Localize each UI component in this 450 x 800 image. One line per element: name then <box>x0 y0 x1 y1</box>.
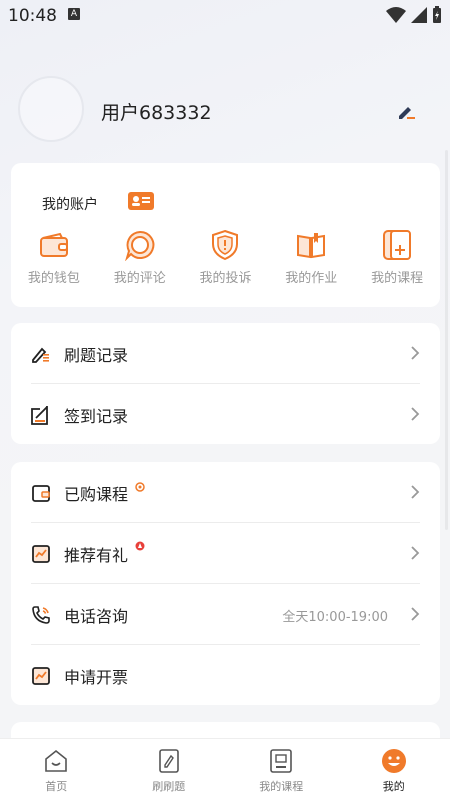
row-request-invoice[interactable]: 申请开票 <box>11 645 440 705</box>
row-purchased-courses[interactable]: 已购课程 <box>11 462 440 522</box>
edit-profile-icon[interactable] <box>394 100 418 124</box>
bottom-tab-bar: 首页 刷刷题 我的课程 我的 <box>0 738 450 800</box>
username: 用户683332 <box>101 98 212 125</box>
wifi-icon <box>386 6 406 24</box>
new-badge-icon <box>135 482 145 492</box>
tab-label: 我的 <box>338 778 450 794</box>
account-item-label: 我的投诉 <box>183 267 269 286</box>
pen-icon <box>31 344 51 364</box>
gift-icon <box>31 544 51 564</box>
row-label: 申请开票 <box>64 664 128 688</box>
tab-practice[interactable]: 刷刷题 <box>113 739 226 800</box>
row-referral-rewards[interactable]: 推荐有礼 <box>11 523 440 583</box>
account-item-complaints[interactable]: 我的投诉 <box>183 229 269 286</box>
tab-home[interactable]: 首页 <box>0 739 113 800</box>
account-item-comments[interactable]: 我的评论 <box>97 229 183 286</box>
profile-header: 用户683332 <box>0 70 450 150</box>
book-icon <box>295 229 327 261</box>
tab-label: 刷刷题 <box>113 778 226 794</box>
account-item-courses[interactable]: 我的课程 <box>354 229 440 286</box>
phone-icon <box>31 605 51 625</box>
records-card: 刷题记录 签到记录 <box>11 323 440 444</box>
account-item-label: 我的钱包 <box>11 267 97 286</box>
account-shortcuts: 我的钱包 我的评论 我的投诉 我的作业 <box>11 229 440 286</box>
account-item-homework[interactable]: 我的作业 <box>268 229 354 286</box>
chevron-right-icon <box>410 607 420 621</box>
row-label: 推荐有礼 <box>64 542 128 566</box>
me-icon <box>381 748 407 774</box>
tab-label: 我的课程 <box>225 778 338 794</box>
hot-badge-icon <box>135 541 145 551</box>
services-card: 已购课程 推荐有礼 电话咨询 全天10:00-19:00 <box>11 462 440 705</box>
account-item-label: 我的课程 <box>354 267 440 286</box>
checkin-icon <box>31 405 51 425</box>
chevron-right-icon <box>410 485 420 499</box>
account-item-wallet[interactable]: 我的钱包 <box>11 229 97 286</box>
row-label: 刷题记录 <box>64 342 128 366</box>
tab-me[interactable]: 我的 <box>338 739 450 800</box>
row-practice-records[interactable]: 刷题记录 <box>11 323 440 383</box>
account-item-label: 我的作业 <box>268 267 354 286</box>
chevron-right-icon <box>410 407 420 421</box>
scrollbar[interactable] <box>445 150 448 530</box>
purchased-icon <box>31 483 51 503</box>
account-title: 我的账户 <box>42 194 98 214</box>
row-label: 签到记录 <box>64 403 128 427</box>
row-label: 已购课程 <box>64 481 128 505</box>
consult-hours: 全天10:00-19:00 <box>282 606 388 625</box>
wallet-icon <box>38 229 70 261</box>
chevron-right-icon <box>410 346 420 360</box>
home-icon <box>43 748 69 774</box>
row-label: 电话咨询 <box>64 603 128 627</box>
account-card: 我的账户 我的钱包 我的评论 <box>11 163 440 307</box>
status-indicators <box>386 6 442 24</box>
row-checkin-records[interactable]: 签到记录 <box>11 384 440 444</box>
avatar[interactable] <box>18 76 84 142</box>
signal-icon <box>410 6 428 24</box>
status-bar: 10:48 A <box>0 0 450 32</box>
status-a-icon: A <box>68 8 80 20</box>
status-time: 10:48 <box>8 6 57 26</box>
row-phone-consult[interactable]: 电话咨询 全天10:00-19:00 <box>11 584 440 644</box>
shield-icon <box>209 229 241 261</box>
comment-icon <box>124 229 156 261</box>
chevron-right-icon <box>410 546 420 560</box>
my-course-icon <box>268 748 294 774</box>
tab-my-courses[interactable]: 我的课程 <box>225 739 338 800</box>
invoice-icon <box>31 666 51 686</box>
tab-label: 首页 <box>0 778 113 794</box>
course-icon <box>381 229 413 261</box>
battery-icon <box>432 6 442 24</box>
practice-icon <box>156 748 182 774</box>
account-item-label: 我的评论 <box>97 267 183 286</box>
id-card-icon <box>128 192 154 210</box>
